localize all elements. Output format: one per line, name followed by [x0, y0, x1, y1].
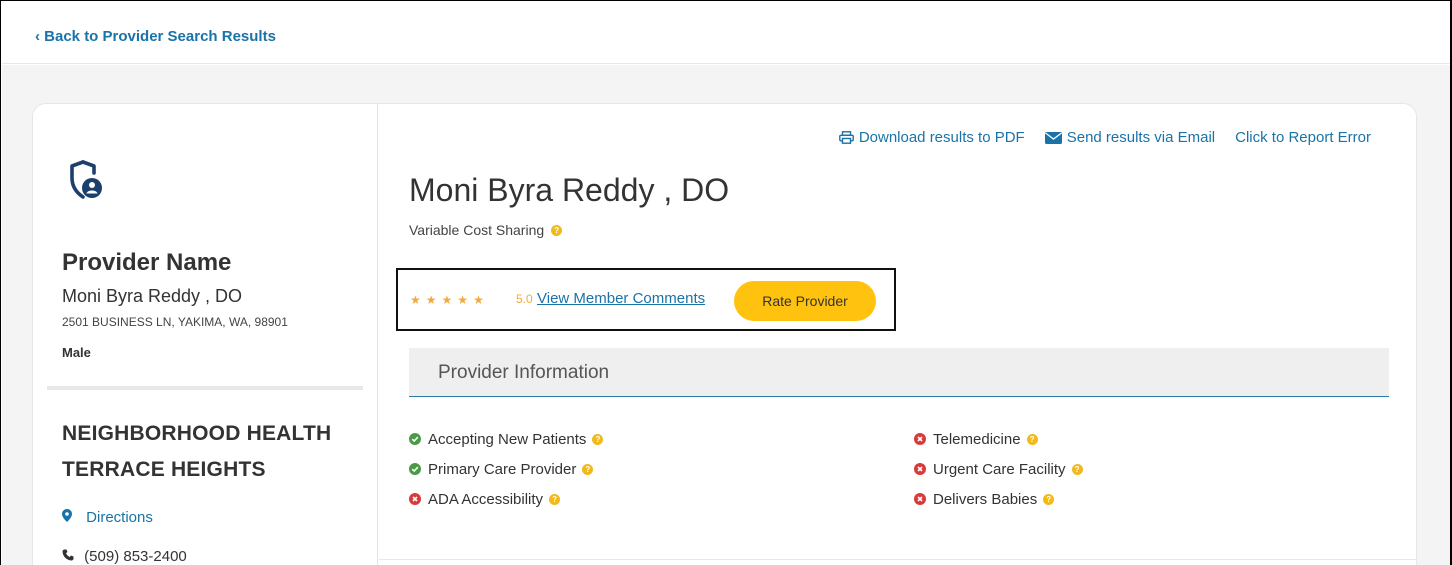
- provider-title: Moni Byra Reddy , DO: [409, 172, 730, 208]
- sidebar-divider: [47, 386, 363, 390]
- phone-number-text: (509) 853-2400: [84, 548, 187, 565]
- view-comments-link[interactable]: View Member Comments: [537, 290, 705, 307]
- feature-item: Delivers Babies ?: [914, 484, 1083, 514]
- help-icon[interactable]: ?: [551, 224, 563, 236]
- feature-label: Telemedicine: [933, 430, 1021, 448]
- star-icon: ★: [441, 293, 453, 307]
- feature-item: Urgent Care Facility ?: [914, 454, 1083, 484]
- x-circle-icon: [914, 433, 926, 445]
- feature-item: ADA Accessibility ?: [409, 484, 603, 514]
- star-icon: ★: [425, 293, 437, 307]
- back-to-results-link[interactable]: ‹ Back to Provider Search Results: [35, 28, 276, 45]
- feature-list-left: Accepting New Patients ? Primary Care Pr…: [409, 424, 604, 514]
- help-icon[interactable]: ?: [1026, 433, 1038, 445]
- feature-label: ADA Accessibility: [428, 490, 544, 508]
- download-pdf-label: Download results to PDF: [858, 129, 1025, 146]
- send-email-label: Send results via Email: [1066, 129, 1216, 146]
- help-icon[interactable]: ?: [549, 493, 561, 505]
- report-error-link[interactable]: Click to Report Error: [1235, 129, 1371, 146]
- section-divider: [379, 559, 1417, 560]
- feature-item: Telemedicine ?: [914, 424, 1083, 454]
- feature-item: Primary Care Provider ?: [409, 454, 603, 484]
- action-links: Download results to PDF Send results via…: [838, 129, 1371, 146]
- download-pdf-link[interactable]: Download results to PDF: [838, 129, 1025, 146]
- help-icon[interactable]: ?: [1043, 493, 1055, 505]
- help-icon[interactable]: ?: [592, 433, 604, 445]
- help-icon[interactable]: ?: [1071, 463, 1083, 475]
- send-email-link[interactable]: Send results via Email: [1044, 129, 1216, 146]
- star-icon: ★: [457, 293, 469, 307]
- star-icon: ★: [473, 293, 484, 307]
- feature-label: Delivers Babies: [933, 490, 1038, 508]
- x-circle-icon: [409, 493, 421, 505]
- check-circle-icon: [409, 463, 421, 475]
- sidebar-gender: Male: [62, 345, 91, 360]
- x-circle-icon: [914, 463, 926, 475]
- sidebar-provider-name: Moni Byra Reddy , DO: [62, 286, 243, 306]
- envelope-icon: [1044, 131, 1062, 144]
- page-frame: ‹ Back to Provider Search Results Provid…: [0, 0, 1452, 565]
- provider-details: Download results to PDF Send results via…: [379, 104, 1417, 565]
- rating-value: 5.0: [516, 292, 533, 306]
- feature-label: Primary Care Provider: [428, 460, 577, 478]
- rating-section: ★ ★ ★ ★ ★ 5.0 View Member Comments Rate …: [396, 268, 896, 331]
- directions-label: Directions: [86, 509, 153, 526]
- provider-name-heading: Provider Name: [62, 249, 232, 276]
- phone-number: (509) 853-2400: [62, 548, 187, 565]
- help-icon[interactable]: ?: [582, 463, 594, 475]
- feature-list-right: Telemedicine ? Urgent Care Facility ? De…: [914, 424, 1083, 514]
- provider-card: Provider Name Moni Byra Reddy , DO 2501 …: [32, 103, 1417, 565]
- star-rating: ★ ★ ★ ★ ★: [410, 293, 484, 307]
- sidebar-address: 2501 BUSINESS LN, YAKIMA, WA, 98901: [62, 315, 288, 329]
- feature-label: Urgent Care Facility: [933, 460, 1066, 478]
- feature-item: Accepting New Patients ?: [409, 424, 604, 454]
- printer-icon: [838, 131, 854, 144]
- shield-user-icon: [70, 160, 102, 199]
- provider-information-header: Provider Information: [409, 348, 1389, 397]
- phone-icon: [62, 549, 74, 561]
- star-icon: ★: [410, 293, 421, 307]
- directions-link[interactable]: Directions: [62, 509, 153, 526]
- provider-information-title: Provider Information: [438, 362, 610, 383]
- x-circle-icon: [914, 493, 926, 505]
- top-bar: ‹ Back to Provider Search Results: [2, 2, 1450, 64]
- provider-sidebar: Provider Name Moni Byra Reddy , DO 2501 …: [33, 104, 378, 565]
- map-pin-icon: [62, 509, 72, 522]
- clinic-name: NEIGHBORHOOD HEALTH TERRACE HEIGHTS: [62, 422, 332, 481]
- cost-sharing-label: Variable Cost Sharing: [409, 222, 545, 238]
- cost-sharing: Variable Cost Sharing ?: [409, 222, 563, 238]
- feature-label: Accepting New Patients: [428, 430, 587, 448]
- check-circle-icon: [409, 433, 421, 445]
- rate-provider-button[interactable]: Rate Provider: [734, 281, 876, 321]
